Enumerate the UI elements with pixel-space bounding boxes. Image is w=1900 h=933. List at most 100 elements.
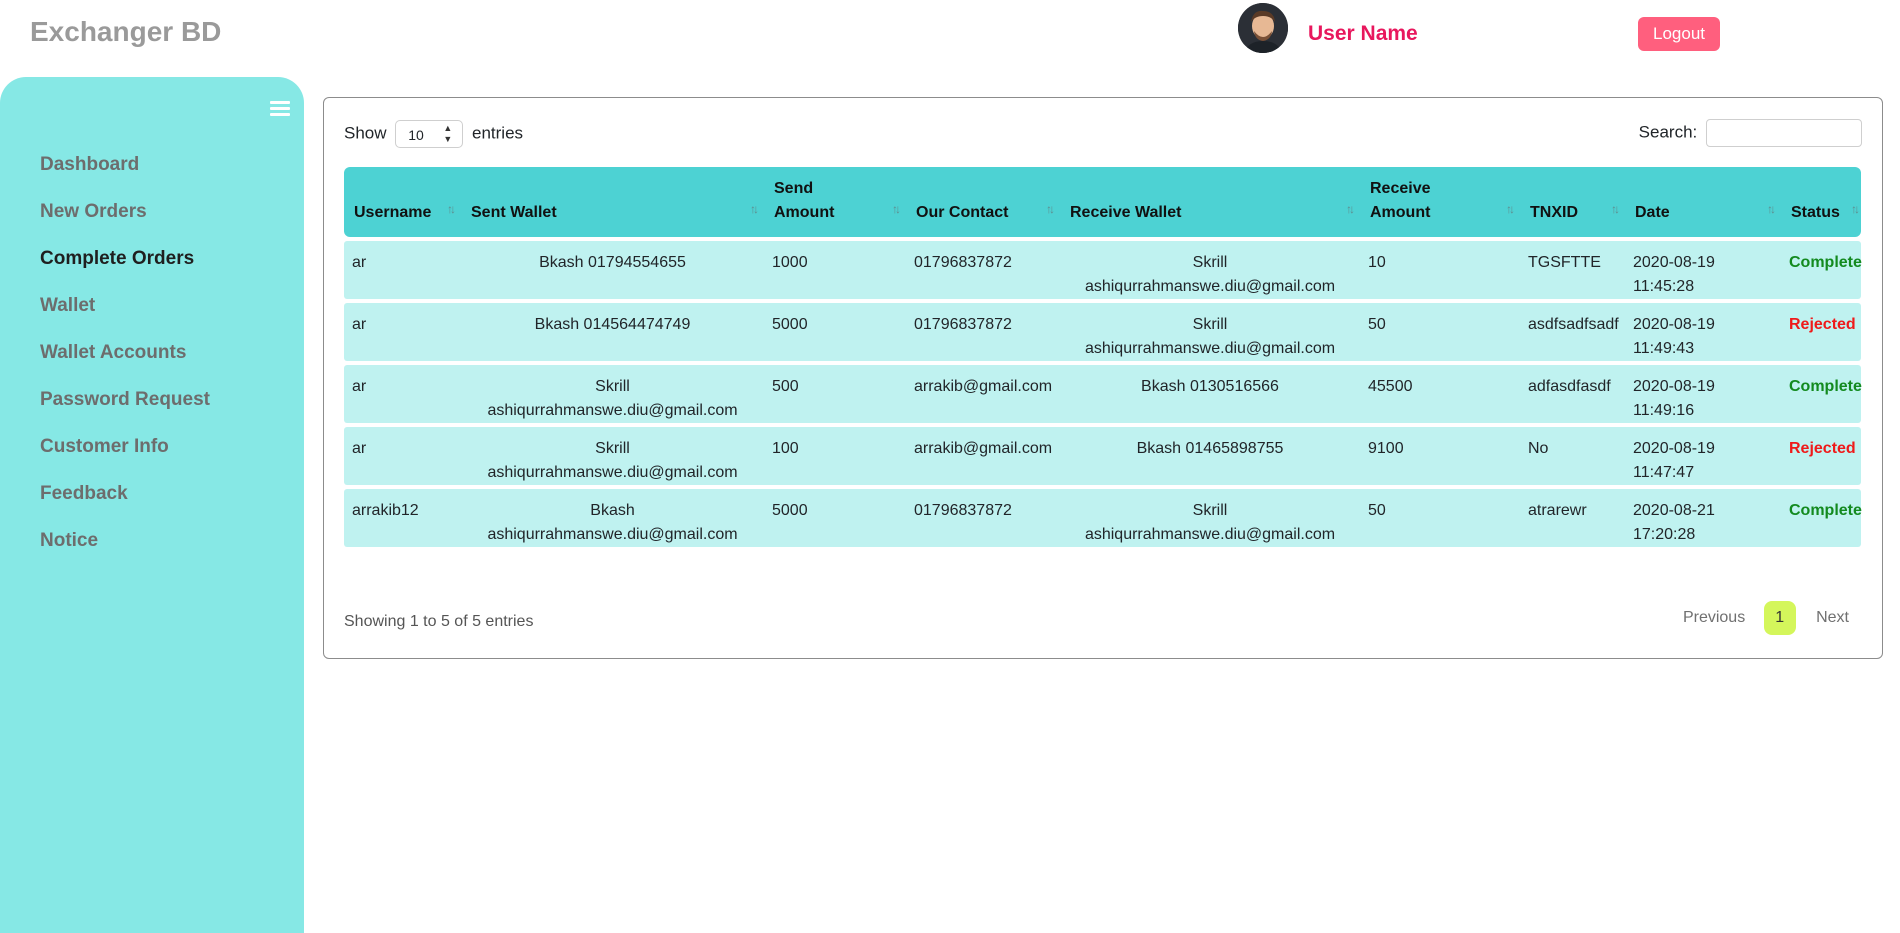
cell-date: 2020-08-21 17:20:28 bbox=[1625, 489, 1781, 547]
sort-arrows-icon: ↑↓ bbox=[1506, 202, 1515, 216]
column-header-label: TNXID bbox=[1530, 204, 1578, 221]
sidebar-nav: Dashboard New Orders Complete Orders Wal… bbox=[40, 153, 210, 576]
column-header-label: Sent Wallet bbox=[471, 204, 557, 221]
sort-arrows-icon: ↑↓ bbox=[447, 202, 456, 216]
cell-username: ar bbox=[344, 365, 461, 423]
cell-our-contact: 01796837872 bbox=[906, 489, 1060, 547]
brand-logo-text: Exchanger BD bbox=[30, 16, 222, 47]
cell-receive-amount: 50 bbox=[1360, 303, 1520, 361]
entries-select[interactable]: 10 ▲ ▼ bbox=[395, 120, 464, 148]
sidebar-item-password-request[interactable]: Password Request bbox=[40, 388, 210, 435]
sidebar-item-dashboard[interactable]: Dashboard bbox=[40, 153, 210, 200]
status-badge: Complete bbox=[1781, 489, 1862, 547]
pagination-previous[interactable]: Previous bbox=[1683, 609, 1745, 627]
cell-send-amount: 5000 bbox=[764, 489, 906, 547]
hamburger-menu-icon[interactable] bbox=[270, 101, 290, 119]
table-header-row: Username ↑↓ Sent Wallet ↑↓ Send Amount ↑↓ O… bbox=[344, 167, 1861, 237]
cell-sent-wallet: Skrill ashiqurrahmanswe.diu@gmail.com bbox=[461, 365, 764, 423]
column-header-our-contact[interactable]: Our Contact ↑↓ bbox=[906, 167, 1060, 237]
cell-sent-wallet: Bkash ashiqurrahmanswe.diu@gmail.com bbox=[461, 489, 764, 547]
entries-select-value: 10 bbox=[408, 127, 424, 143]
status-badge: Complete bbox=[1781, 365, 1862, 423]
sort-arrows-icon: ↑↓ bbox=[1851, 202, 1860, 216]
column-header-date[interactable]: Date ↑↓ bbox=[1625, 167, 1781, 237]
sidebar: Dashboard New Orders Complete Orders Wal… bbox=[0, 77, 304, 933]
table-row: ar Skrill ashiqurrahmanswe.diu@gmail.com… bbox=[344, 427, 1861, 485]
cell-send-amount: 1000 bbox=[764, 241, 906, 299]
cell-receive-wallet: Skrill ashiqurrahmanswe.diu@gmail.com bbox=[1060, 303, 1360, 361]
search-input[interactable] bbox=[1706, 119, 1862, 147]
status-badge: Rejected bbox=[1781, 303, 1861, 361]
cell-date: 2020-08-19 11:45:28 bbox=[1625, 241, 1781, 299]
column-header-label: Date bbox=[1635, 204, 1670, 221]
sidebar-item-notice[interactable]: Notice bbox=[40, 529, 210, 576]
sidebar-item-wallet-accounts[interactable]: Wallet Accounts bbox=[40, 341, 210, 388]
select-arrows-icon: ▲ ▼ bbox=[443, 123, 453, 144]
table-row: ar Bkash 01794554655 1000 01796837872 Sk… bbox=[344, 241, 1862, 299]
sort-arrows-icon: ↑↓ bbox=[1346, 202, 1355, 216]
sidebar-item-wallet[interactable]: Wallet bbox=[40, 294, 210, 341]
cell-username: arrakib12 bbox=[344, 489, 461, 547]
cell-tnxid: asdfsadfsadf bbox=[1520, 303, 1625, 361]
column-header-username[interactable]: Username ↑↓ bbox=[344, 167, 461, 237]
show-label: Show bbox=[344, 123, 387, 143]
column-header-send-amount[interactable]: Send Amount ↑↓ bbox=[764, 167, 906, 237]
cell-tnxid: atrarewr bbox=[1520, 489, 1625, 547]
table-search: Search: bbox=[1639, 119, 1862, 147]
sidebar-item-customer-info[interactable]: Customer Info bbox=[40, 435, 210, 482]
sidebar-item-new-orders[interactable]: New Orders bbox=[40, 200, 210, 247]
cell-sent-wallet: Bkash 01794554655 bbox=[461, 241, 764, 299]
column-header-label: Receive Amount bbox=[1370, 180, 1431, 221]
sidebar-item-feedback[interactable]: Feedback bbox=[40, 482, 210, 529]
cell-username: ar bbox=[344, 427, 461, 485]
cell-username: ar bbox=[344, 303, 461, 361]
cell-username: ar bbox=[344, 241, 461, 299]
status-badge: Complete bbox=[1781, 241, 1862, 299]
user-avatar bbox=[1238, 3, 1288, 53]
column-header-tnxid[interactable]: TNXID ↑↓ bbox=[1520, 167, 1625, 237]
cell-receive-amount: 9100 bbox=[1360, 427, 1520, 485]
cell-date: 2020-08-19 11:49:16 bbox=[1625, 365, 1781, 423]
status-badge: Rejected bbox=[1781, 427, 1861, 485]
cell-receive-wallet: Skrill ashiqurrahmanswe.diu@gmail.com bbox=[1060, 241, 1360, 299]
table-info: Showing 1 to 5 of 5 entries bbox=[344, 613, 534, 630]
cell-our-contact: arrakib@gmail.com bbox=[906, 427, 1060, 485]
avatar-image bbox=[1238, 3, 1288, 53]
cell-receive-amount: 50 bbox=[1360, 489, 1520, 547]
column-header-status[interactable]: Status ↑↓ bbox=[1781, 167, 1861, 237]
pagination: Previous 1 Next bbox=[1683, 601, 1849, 635]
table-row: arrakib12 Bkash ashiqurrahmanswe.diu@gma… bbox=[344, 489, 1862, 547]
column-header-label: Status bbox=[1791, 204, 1840, 221]
cell-receive-wallet: Skrill ashiqurrahmanswe.diu@gmail.com bbox=[1060, 489, 1360, 547]
column-header-sent-wallet[interactable]: Sent Wallet ↑↓ bbox=[461, 167, 764, 237]
cell-tnxid: adfasdfasdf bbox=[1520, 365, 1625, 423]
cell-our-contact: 01796837872 bbox=[906, 241, 1060, 299]
cell-date: 2020-08-19 11:47:47 bbox=[1625, 427, 1781, 485]
column-header-label: Receive Wallet bbox=[1070, 204, 1182, 221]
cell-send-amount: 500 bbox=[764, 365, 906, 423]
cell-our-contact: 01796837872 bbox=[906, 303, 1060, 361]
cell-sent-wallet: Skrill ashiqurrahmanswe.diu@gmail.com bbox=[461, 427, 764, 485]
sort-arrows-icon: ↑↓ bbox=[1767, 202, 1776, 216]
cell-tnxid: TGSFTTE bbox=[1520, 241, 1625, 299]
cell-send-amount: 100 bbox=[764, 427, 906, 485]
column-header-receive-wallet[interactable]: Receive Wallet ↑↓ bbox=[1060, 167, 1360, 237]
pagination-page-1[interactable]: 1 bbox=[1763, 601, 1796, 635]
logout-button[interactable]: Logout bbox=[1638, 17, 1720, 51]
table-row: ar Bkash 014564474749 5000 01796837872 S… bbox=[344, 303, 1861, 361]
orders-table: Username ↑↓ Sent Wallet ↑↓ Send Amount ↑↓ O… bbox=[344, 163, 1862, 551]
search-label: Search: bbox=[1638, 122, 1698, 142]
user-name[interactable]: User Name bbox=[1308, 22, 1418, 46]
cell-date: 2020-08-19 11:49:43 bbox=[1625, 303, 1781, 361]
table-row: ar Skrill ashiqurrahmanswe.diu@gmail.com… bbox=[344, 365, 1862, 423]
column-header-receive-amount[interactable]: Receive Amount ↑↓ bbox=[1360, 167, 1520, 237]
sort-arrows-icon: ↑↓ bbox=[1611, 202, 1620, 216]
column-header-label: Our Contact bbox=[916, 204, 1009, 221]
column-header-label: Username bbox=[354, 204, 432, 221]
column-header-label: Send Amount bbox=[774, 180, 835, 221]
cell-our-contact: arrakib@gmail.com bbox=[906, 365, 1060, 423]
pagination-next[interactable]: Next bbox=[1816, 609, 1849, 627]
cell-receive-wallet: Bkash 01465898755 bbox=[1060, 427, 1360, 485]
sidebar-item-complete-orders[interactable]: Complete Orders bbox=[40, 247, 210, 294]
cell-receive-amount: 45500 bbox=[1360, 365, 1520, 423]
